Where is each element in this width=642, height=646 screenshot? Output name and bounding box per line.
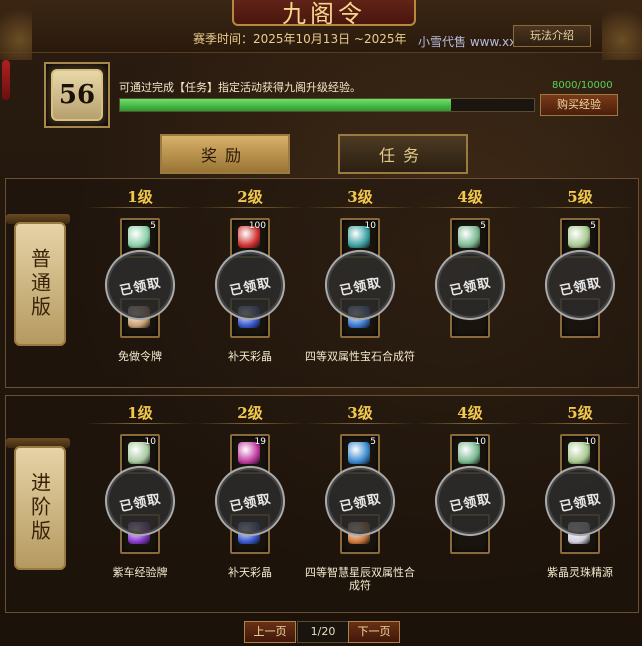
claimed-stamp-text: 已领取 (558, 491, 603, 515)
reward-level-label: 2级 (237, 188, 263, 206)
level-divider (415, 423, 525, 424)
game-panel: 九阁令 赛季时间：2025年10月13日 ~2025年 小雪代售 www.xxd… (0, 0, 642, 646)
claimed-stamp-text: 已领取 (118, 491, 163, 515)
buy-exp-button[interactable]: 购买经验 (540, 94, 618, 116)
reward-item-name: 紫晶灵珠精源 (547, 566, 613, 579)
reward-quantity: 5 (480, 221, 486, 231)
track-label-advanced: 进阶版 (14, 446, 66, 570)
level-divider (305, 423, 415, 424)
reward-quantity: 5 (150, 221, 156, 231)
claimed-stamp-text: 已领取 (558, 275, 603, 299)
reward-quantity: 5 (370, 437, 376, 447)
level-divider (195, 207, 305, 208)
level-divider (525, 423, 635, 424)
reward-level-label: 5级 (567, 404, 593, 422)
reward-item-name: 免做令牌 (118, 350, 162, 363)
window-title-plaque: 九阁令 (232, 0, 416, 28)
reward-level-label: 3级 (347, 404, 373, 422)
reward-quantity: 10 (144, 437, 156, 447)
exp-progress-fill (120, 99, 452, 111)
reward-item-name: 补天彩晶 (228, 566, 272, 579)
level-divider (85, 423, 195, 424)
claimed-stamp-text: 已领取 (228, 275, 273, 299)
reward-level-label: 3级 (347, 188, 373, 206)
exp-description: 可通过完成【任务】指定活动获得九阁升级经验。 (119, 81, 361, 94)
tassel-decoration (2, 60, 10, 100)
level-badge: 56 (44, 62, 110, 128)
level-number: 56 (58, 80, 96, 110)
claimed-stamp-text: 已领取 (338, 275, 383, 299)
exp-progress-bar (119, 98, 535, 112)
reward-quantity: 19 (254, 437, 266, 447)
reward-item-name: 紫车经验牌 (112, 566, 168, 579)
reward-level-label: 4级 (457, 404, 483, 422)
prev-page-button[interactable]: 上一页 (244, 621, 296, 643)
claimed-stamp-text: 已领取 (338, 491, 383, 515)
reward-item-name: 补天彩晶 (228, 350, 272, 363)
tab-rewards[interactable]: 奖励 (160, 134, 290, 174)
page-indicator: 1/20 (297, 621, 349, 643)
track-label-advanced-text: 进阶版 (27, 472, 52, 544)
track-label-normal: 普通版 (14, 222, 66, 346)
window-title: 九阁令 (282, 0, 366, 28)
reward-item-name: 四等双属性宝石合成符 (305, 350, 415, 363)
reward-quantity: 5 (590, 221, 596, 231)
reward-quantity: 10 (364, 221, 376, 231)
tab-tasks[interactable]: 任务 (338, 134, 468, 174)
reward-item-icon (128, 226, 150, 248)
reward-quantity: 10 (584, 437, 596, 447)
season-time: 赛季时间：2025年10月13日 ~2025年 (193, 32, 407, 46)
track-label-normal-text: 普通版 (27, 248, 52, 320)
level-divider (305, 207, 415, 208)
next-page-button[interactable]: 下一页 (348, 621, 400, 643)
reward-level-label: 5级 (567, 188, 593, 206)
exp-counter: 8000/10000 (552, 80, 613, 91)
level-badge-inner: 56 (51, 69, 103, 121)
reward-quantity: 10 (474, 437, 486, 447)
reward-level-label: 1级 (127, 404, 153, 422)
corner-ornament-left (0, 0, 32, 60)
corner-ornament-right (602, 0, 642, 60)
reward-level-label: 1级 (127, 188, 153, 206)
level-divider (85, 207, 195, 208)
reward-level-label: 2级 (237, 404, 263, 422)
claimed-stamp-text: 已领取 (448, 491, 493, 515)
level-divider (415, 207, 525, 208)
reward-item-icon (568, 226, 590, 248)
reward-item-icon (348, 442, 370, 464)
claimed-stamp-text: 已领取 (448, 275, 493, 299)
reward-item-name: 四等智慧星辰双属性合成符 (305, 566, 415, 592)
reward-quantity: 100 (248, 221, 266, 231)
reward-level-label: 4级 (457, 188, 483, 206)
reward-item-icon (458, 226, 480, 248)
claimed-stamp-text: 已领取 (118, 275, 163, 299)
level-divider (195, 423, 305, 424)
claimed-stamp-text: 已领取 (228, 491, 273, 515)
level-divider (525, 207, 635, 208)
rules-button[interactable]: 玩法介绍 (513, 25, 591, 47)
